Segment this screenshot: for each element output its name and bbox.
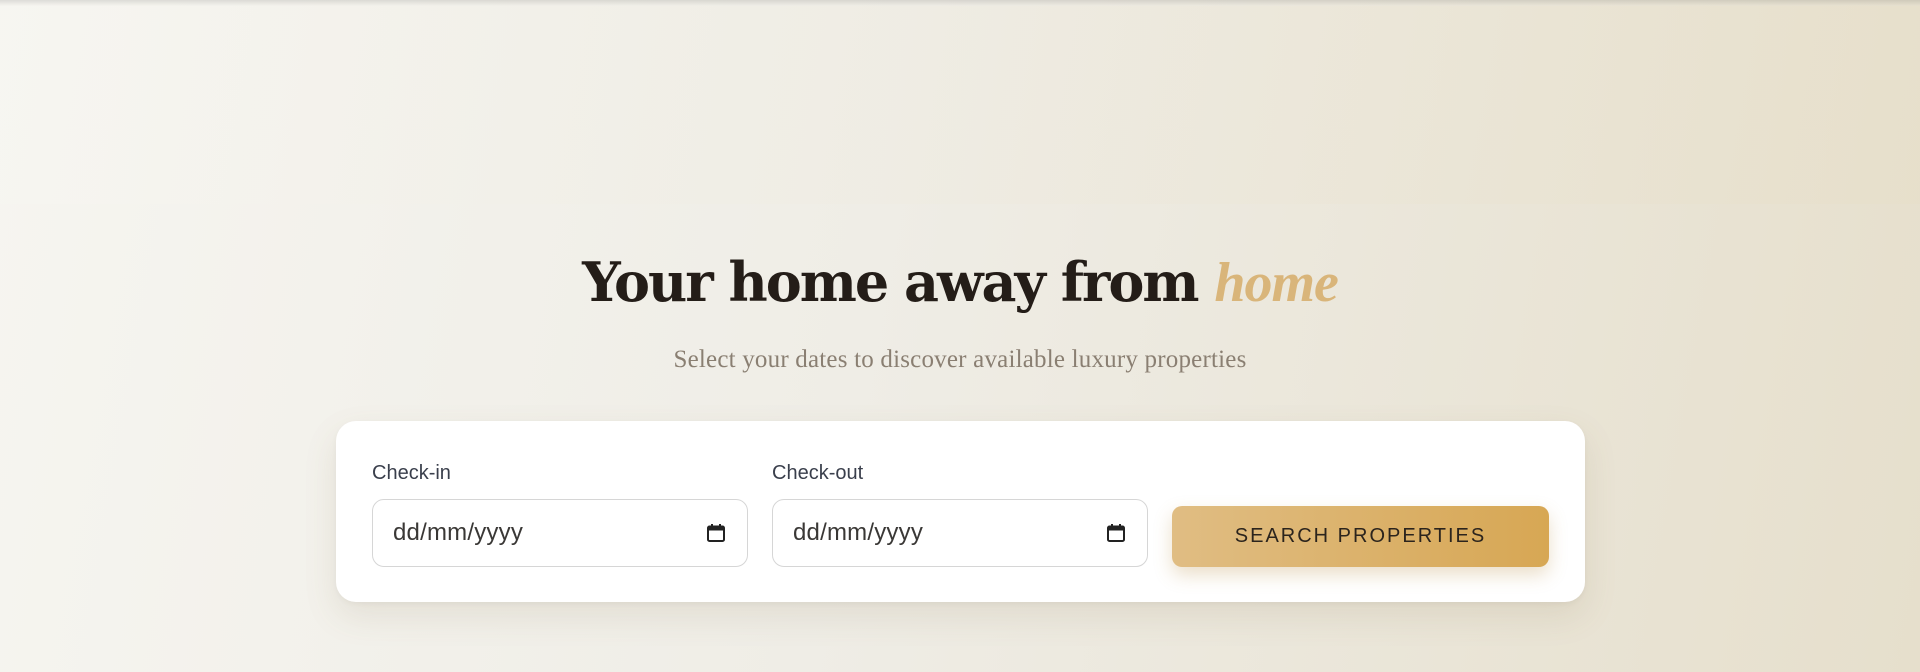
calendar-icon[interactable] (1105, 522, 1127, 544)
checkin-field: Check-in dd/mm/yyyy (372, 459, 748, 567)
checkout-field: Check-out dd/mm/yyyy (772, 459, 1148, 567)
hero-title-main: Your home away from (582, 250, 1199, 314)
hero-subtitle: Select your dates to discover available … (673, 346, 1247, 373)
hero-title-accent: home (1214, 252, 1339, 314)
header-band (0, 6, 1920, 204)
search-properties-button[interactable]: SEARCH PROPERTIES (1172, 506, 1549, 567)
checkout-date-input[interactable]: dd/mm/yyyy (772, 499, 1148, 567)
hero-title: Your home away from home (0, 246, 1920, 319)
checkin-date-input[interactable]: dd/mm/yyyy (372, 499, 748, 567)
calendar-icon[interactable] (705, 522, 727, 544)
checkout-label: Check-out (772, 462, 864, 484)
checkin-date-placeholder: dd/mm/yyyy (393, 519, 524, 546)
checkin-label: Check-in (372, 462, 451, 484)
date-search-card: Check-in dd/mm/yyyy Check-out dd/mm/yyyy (336, 421, 1585, 602)
checkout-date-placeholder: dd/mm/yyyy (793, 519, 924, 546)
